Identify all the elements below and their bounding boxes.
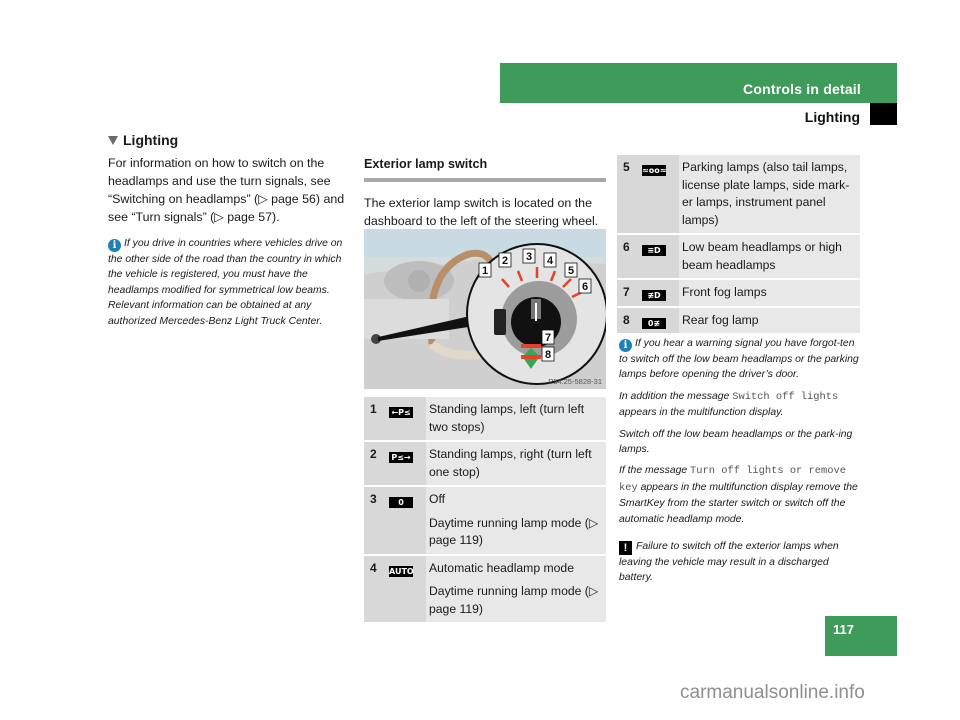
note-text: In addition the message [619,390,733,402]
column-3-notes: i If you hear a warning signal you have f… [619,336,861,592]
position-description: Parking lamps (also tail lamps, license … [682,160,850,227]
low-beam-icon: ≡D [642,245,666,256]
note-text: appears in the multifunction display rem… [619,481,858,525]
info-icon: i [619,339,632,352]
figure-caption: P54.25-5828-31 [548,377,602,386]
page-number-box: 117 [825,616,897,656]
section-header-bar: Controls in detail [500,63,897,103]
table-row: 1 ←P≤ Standing lamps, left (turn left tw… [364,397,606,442]
position-description: Standing lamps, left (turn left two stop… [429,402,585,434]
callout-3: 3 [526,251,532,263]
rear-fog-icon: 0≢ [642,317,666,329]
callout-5: 5 [568,265,574,277]
callout-7: 7 [545,332,551,344]
position-number: 1 [364,397,386,440]
column-1: Lighting For information on how to switc… [108,132,350,329]
illustration-svg: 1 2 3 4 5 6 7 8 [364,229,606,389]
position-number: 8 [617,307,639,333]
table-row: 7 ≢D Front fog lamps [617,280,860,308]
watermark: carmanualsonline.info [680,682,865,703]
standing-lamps-left-icon: ←P≤ [389,407,413,418]
position-description: Front fog lamps [682,285,767,299]
callout-8: 8 [545,349,551,361]
callout-4: 4 [547,255,554,267]
intro-paragraph: For information on how to switch on the … [108,156,345,224]
position-description: Automatic headlamp mode [429,560,574,575]
triangle-down-icon [108,135,118,145]
subsection-title: Lighting [804,109,860,125]
front-fog-icon: ≢D [642,290,666,301]
switch-positions-table-1: 1 ←P≤ Standing lamps, left (turn left tw… [364,397,606,624]
standing-lamps-right-icon: P≤→ [389,452,413,463]
section-title: Controls in detail [743,81,861,97]
switch-location-paragraph: The exterior lamp switch is located on t… [364,196,599,228]
warning-exclamation-icon: ! [619,541,632,556]
table-row: 2 P≤→ Standing lamps, right (turn left o… [364,442,606,487]
position-number: 6 [617,235,639,278]
info-icon: i [108,239,121,252]
position-description: Low beam headlamps or high beam headlamp… [682,240,842,272]
note-text: appears in the multifunction display. [619,407,784,419]
callout-6: 6 [582,281,588,293]
subsection-marker [870,103,897,125]
table-row: 6 ≡D Low beam headlamps or high beam hea… [617,235,860,280]
position-number: 2 [364,442,386,485]
warning-text: Failure to switch off the exterior lamps… [619,541,839,584]
position-description: Standing lamps, right (turn left one sto… [429,447,592,479]
position-description-extra: Daytime running lamp mode (▷ page 119) [429,584,599,616]
note-switch-off-instruction: Switch off the low beam headlamps or the… [619,428,853,456]
display-message: Switch off lights [732,390,839,403]
note-text: If the message [619,465,691,477]
warning-note: ! Failure to switch off the exterior lamp… [619,539,861,586]
position-number: 3 [364,487,386,554]
callout-1: 1 [482,265,488,277]
table-row: 4 AUTO Automatic headlamp mode Daytime r… [364,555,606,624]
position-number: 7 [617,280,639,306]
position-description: Off [429,492,446,506]
note-text: If you hear a warning signal you have fo… [619,338,859,381]
lighting-heading: Lighting [108,132,350,148]
position-description: Rear fog lamp [682,312,759,327]
off-icon: 0 [389,497,413,508]
table-row: 3 0 Off Daytime running lamp mode (▷ pag… [364,487,606,556]
position-description-extra: Daytime running lamp mode (▷ page 119) [429,515,599,548]
switch-positions-table-2: 5 ≈oo≈ Parking lamps (also tail lamps, l… [617,155,860,335]
parking-lamps-icon: ≈oo≈ [642,165,667,176]
callout-2: 2 [502,255,508,267]
table-row: 8 0≢ Rear fog lamp [617,307,860,335]
exterior-lamp-switch-heading: Exterior lamp switch [364,157,606,182]
table-row: 5 ≈oo≈ Parking lamps (also tail lamps, l… [617,155,860,235]
note-switch-off-message: In addition the message Switch off light… [619,389,861,421]
lamp-switch-illustration: 1 2 3 4 5 6 7 8 P54.25-5828-31 [364,229,606,389]
position-number: 4 [364,555,386,622]
position-number: 5 [617,155,639,233]
auto-icon: AUTO [389,565,414,577]
info-note: i If you drive in countries where vehicle… [108,236,350,329]
page-number: 117 [833,622,854,637]
column-2: Exterior lamp switch The exterior lamp s… [364,157,606,230]
info-note-warning-signal: i If you hear a warning signal you have f… [619,336,861,383]
heading-text: Lighting [123,132,179,148]
note-turn-off-message: If the message Turn off lights or remove… [619,463,861,527]
info-note-text: If you drive in countries where vehicles… [108,238,343,327]
